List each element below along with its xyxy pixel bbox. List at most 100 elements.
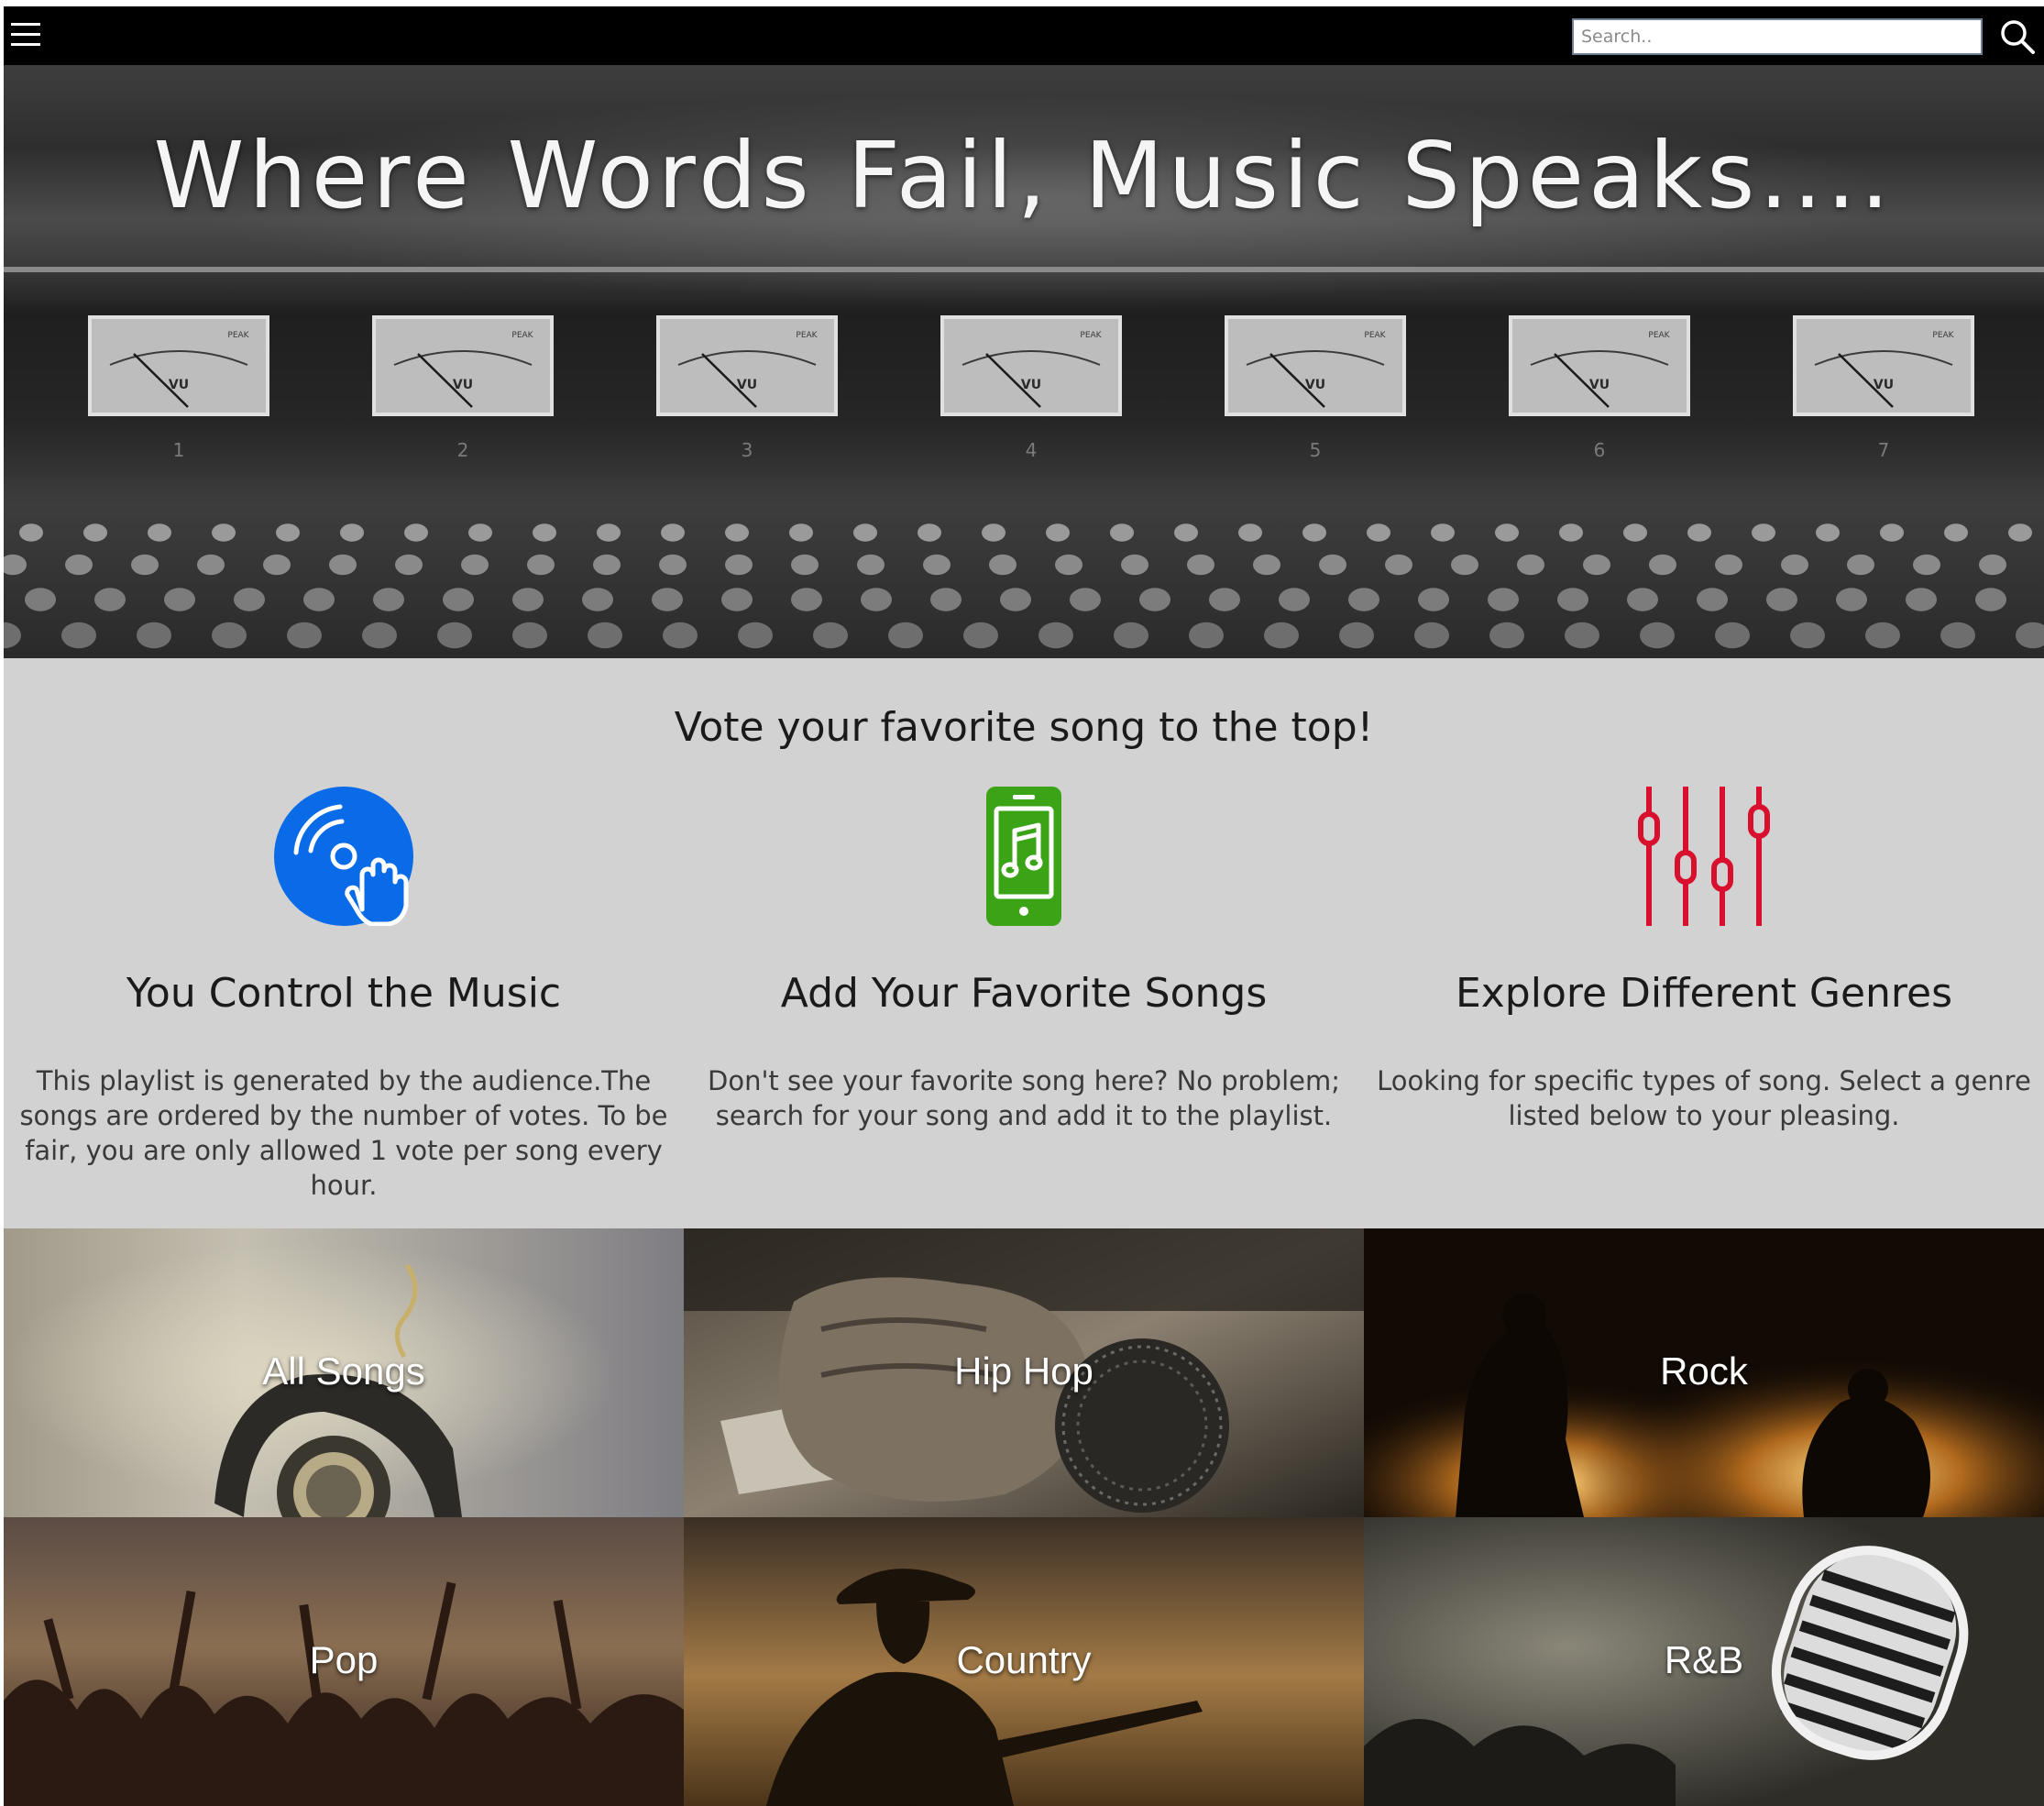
hamburger-menu-icon[interactable] (7, 17, 44, 54)
console-knob (461, 554, 489, 576)
console-knob (197, 554, 225, 576)
console-knob (1302, 523, 1326, 542)
console-knob (1906, 588, 1937, 611)
console-knob (404, 523, 428, 542)
console-knob (982, 523, 1006, 542)
console-knob (1940, 622, 1975, 649)
console-knob (853, 523, 877, 542)
console-knob (1781, 554, 1808, 576)
console-knob (1495, 523, 1519, 542)
search-icon[interactable] (1998, 17, 2037, 56)
hero-banner: Where Words Fail, Music Speaks.... VU PEA… (4, 65, 2044, 658)
console-knob (1121, 554, 1148, 576)
console-knob (1319, 554, 1346, 576)
console-knob (263, 554, 291, 576)
console-knob (1070, 588, 1101, 611)
console-knob (963, 622, 998, 649)
console-knob (1139, 588, 1170, 611)
console-knob (1880, 523, 1904, 542)
console-knob (148, 523, 171, 542)
console-knob (1488, 588, 1519, 611)
console-knob (340, 523, 364, 542)
genre-label: Hip Hop (954, 1349, 1093, 1393)
genre-label: R&B (1664, 1638, 1744, 1681)
console-knob (303, 588, 335, 611)
console-knob (789, 523, 813, 542)
feature-add-songs: Add Your Favorite Songs Don't see your f… (684, 787, 1364, 1217)
console-knob (1431, 523, 1455, 542)
genre-tile-all-songs[interactable]: All Songs (4, 1228, 684, 1517)
genre-tile-hip-hop[interactable]: Hip Hop (684, 1228, 1364, 1517)
console-knob (1565, 622, 1599, 649)
console-knob (721, 588, 753, 611)
console-knob (1209, 588, 1240, 611)
console-knob (1847, 554, 1874, 576)
console-knob (1238, 523, 1262, 542)
feature-explore-genres: Explore Different Genres Looking for spe… (1364, 787, 2044, 1217)
console-knob (1790, 622, 1825, 649)
console-knob (25, 588, 56, 611)
console-knob (1110, 523, 1134, 542)
console-knob (131, 554, 159, 576)
console-knob (65, 554, 93, 576)
feature-description: Looking for specific types of song. Sele… (1377, 1065, 2031, 1131)
console-knob (661, 523, 685, 542)
console-knob (1715, 554, 1742, 576)
genre-tile-rock[interactable]: Rock (1364, 1228, 2044, 1517)
console-knob (1451, 554, 1478, 576)
console-knob (1975, 588, 2006, 611)
feature-title: Explore Different Genres (1455, 970, 1953, 1017)
console-knob (1640, 622, 1675, 649)
console-knob (61, 622, 96, 649)
console-knob (791, 554, 819, 576)
console-knob (362, 622, 397, 649)
genre-tile-rnb[interactable]: R&B (1364, 1517, 2044, 1806)
console-knob (512, 588, 544, 611)
feature-control-music: You Control the Music This playlist is g… (4, 787, 684, 1217)
console-knob (533, 523, 556, 542)
console-knob (791, 588, 822, 611)
console-knob (923, 554, 951, 576)
console-knob (1944, 523, 1968, 542)
console-knob (1865, 622, 1900, 649)
console-knob (738, 622, 773, 649)
console-knob (1687, 523, 1711, 542)
feature-title: Add Your Favorite Songs (780, 970, 1268, 1017)
console-knob (1253, 554, 1280, 576)
console-knob (652, 588, 683, 611)
genre-label: Pop (309, 1638, 379, 1681)
console-knob (1489, 622, 1524, 649)
console-knob (164, 588, 195, 611)
genre-label: Rock (1660, 1349, 1748, 1393)
console-knob (1623, 523, 1647, 542)
console-knob (1264, 622, 1299, 649)
console-knob (918, 523, 941, 542)
console-knob (1174, 523, 1198, 542)
console-knob (395, 554, 423, 576)
console-knob (137, 622, 171, 649)
console-knob (94, 588, 126, 611)
console-knob (4, 622, 21, 649)
console-knob (1816, 523, 1840, 542)
console-knob (1913, 554, 1940, 576)
console-knob (1189, 622, 1224, 649)
console-knob (588, 622, 622, 649)
console-knob (1557, 588, 1588, 611)
console-knob (2016, 622, 2044, 649)
console-knob (725, 523, 749, 542)
console-knob (1348, 588, 1379, 611)
console-knob (19, 523, 43, 542)
console-knob (1979, 554, 2006, 576)
search-input[interactable] (1572, 18, 1983, 55)
genre-tile-pop[interactable]: Pop (4, 1517, 684, 1806)
features-heading: Vote your favorite song to the top! (674, 704, 1374, 751)
console-knob (329, 554, 357, 576)
equalizer-sliders-icon (1638, 787, 1770, 926)
console-knob (1418, 588, 1449, 611)
top-nav-bar (4, 6, 2044, 65)
console-knob (437, 622, 472, 649)
feature-description: Don't see your favorite song here? No pr… (708, 1065, 1340, 1131)
console-knob (659, 554, 687, 576)
console-knob (725, 554, 753, 576)
genre-tile-country[interactable]: Country (684, 1517, 1364, 1806)
